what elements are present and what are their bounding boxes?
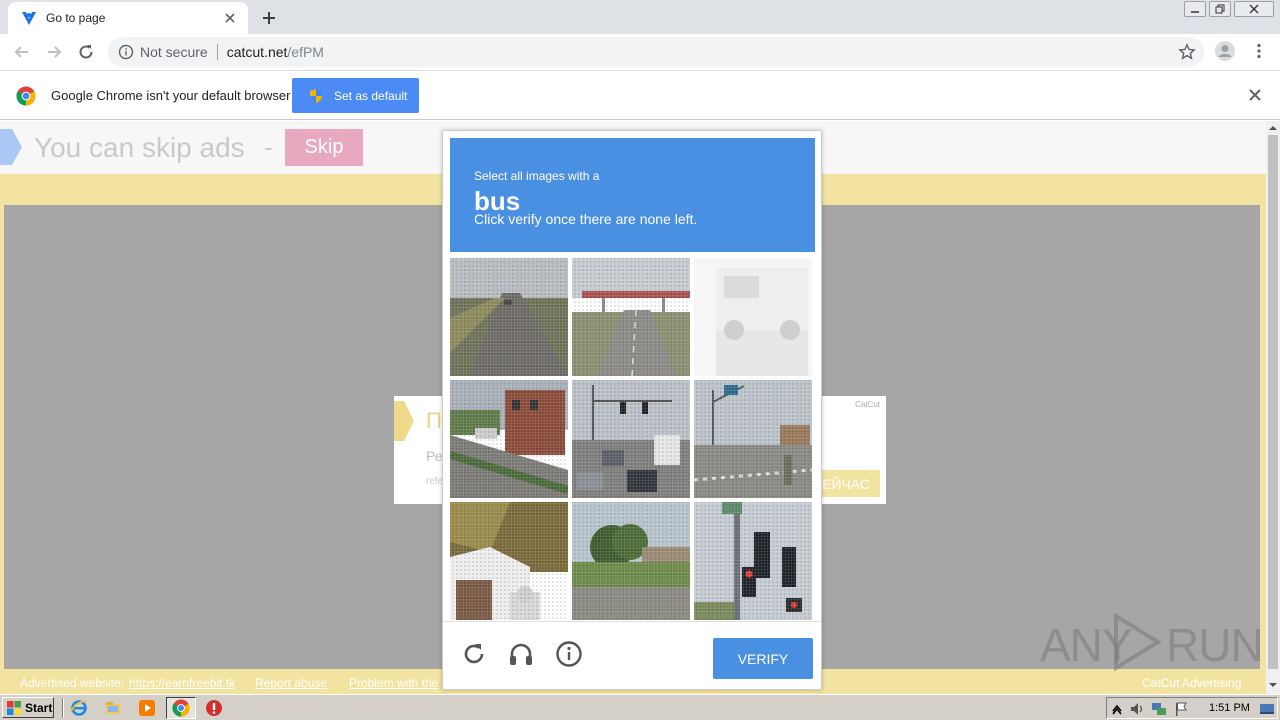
play-triangle-icon [1110, 612, 1164, 672]
back-arrow-icon[interactable] [12, 42, 32, 62]
omnibox-divider [216, 44, 218, 60]
forward-arrow-icon[interactable] [44, 42, 64, 62]
default-browser-infobar: Google Chrome isn't your default browser… [0, 71, 1280, 120]
captcha-tile-traffic-light-pole[interactable] [694, 502, 812, 620]
browser-toolbar: Not secure catcut.net /efPM [0, 34, 1280, 71]
ad-cta-button[interactable]: ЕЙЧАС [816, 470, 880, 497]
infobar-close-icon[interactable] [1248, 88, 1262, 102]
chrome-taskbar-icon [172, 699, 190, 717]
anyrun-watermark: ANY RUN [1040, 612, 1264, 672]
captcha-tile-highway-overpass[interactable] [572, 258, 690, 376]
info-icon[interactable] [118, 44, 134, 60]
system-clock: 1:51 PM [1209, 702, 1250, 714]
chrome-menu-icon[interactable] [1250, 42, 1268, 60]
captcha-header: Select all images with a bus Click verif… [450, 138, 815, 252]
captcha-tile-white-vehicle[interactable] [694, 258, 812, 376]
volume-icon[interactable] [1129, 701, 1145, 717]
page-scrollbar[interactable] [1266, 121, 1280, 694]
captcha-footer: VERIFY [443, 621, 821, 689]
captcha-tile-street-building[interactable] [450, 380, 568, 498]
tray-expand-icon[interactable] [1109, 701, 1125, 717]
set-as-default-button[interactable]: Set as default [292, 78, 419, 113]
start-label: Start [25, 700, 53, 715]
taskbar-separator [62, 698, 64, 718]
footer-brand: CatCut Advertising [1142, 676, 1242, 690]
new-tab-icon[interactable] [258, 7, 280, 29]
show-desktop-icon[interactable] [1259, 701, 1275, 717]
browser-tab[interactable]: Go to page [8, 2, 248, 34]
arrow-marker-icon [0, 129, 22, 165]
captcha-tile-intersection-signals[interactable] [694, 380, 812, 498]
advertised-link[interactable]: https://earnfreebit.tk [129, 676, 235, 690]
security-label: Not secure [140, 44, 208, 60]
scroll-up-icon[interactable] [1269, 124, 1277, 132]
ad-arrow-icon [394, 401, 414, 441]
window-controls [1184, 1, 1274, 17]
restore-icon[interactable] [1209, 1, 1231, 17]
tab-title: Go to page [46, 11, 106, 25]
captcha-tile-highway-road[interactable] [450, 258, 568, 376]
captcha-tile-intersection-traffic[interactable] [572, 380, 690, 498]
network-icon[interactable] [1151, 701, 1167, 717]
chrome-logo-icon [16, 86, 36, 106]
windows-taskbar: Start 1:51 PM [0, 694, 1280, 720]
catcut-favicon-icon [20, 9, 38, 27]
captcha-challenge: Select all images with a bus Click verif… [442, 130, 822, 690]
captcha-instruction: Select all images with a [474, 169, 600, 183]
ad-brand: CatCut [855, 400, 880, 409]
taskbar-chrome-button[interactable] [166, 697, 196, 719]
scroll-thumb[interactable] [1268, 135, 1278, 669]
windows-flag-icon [6, 700, 22, 716]
verify-button[interactable]: VERIFY [713, 638, 813, 679]
captcha-tile-trees-field[interactable] [572, 502, 690, 620]
skip-dash: - [264, 132, 273, 162]
infobar-message: Google Chrome isn't your default browser [51, 88, 291, 103]
watermark-run: RUN [1166, 619, 1264, 671]
reload-icon[interactable] [76, 42, 96, 62]
skip-button[interactable]: Skip [285, 129, 363, 166]
minimize-icon[interactable] [1184, 1, 1206, 17]
problem-link[interactable]: Problem with the [349, 676, 438, 690]
captcha-tile-house-garage[interactable] [450, 502, 568, 620]
internet-explorer-icon[interactable] [70, 699, 88, 717]
ad-small-text: refe [426, 476, 444, 487]
tab-strip: Go to page [0, 0, 1280, 34]
url-path: /efPM [287, 44, 324, 60]
set-as-default-label: Set as default [334, 88, 408, 103]
file-explorer-icon[interactable] [104, 699, 122, 717]
skip-ads-text: You can skip ads [34, 132, 245, 163]
profile-avatar-icon[interactable] [1214, 40, 1236, 62]
system-tray: 1:51 PM [1106, 697, 1278, 719]
tab-close-icon[interactable] [222, 10, 238, 26]
ad-line: Ре [426, 448, 443, 464]
audio-challenge-icon[interactable] [507, 640, 535, 668]
help-info-icon[interactable] [555, 640, 583, 668]
reload-challenge-icon[interactable] [460, 640, 488, 668]
bookmark-star-icon[interactable] [1178, 43, 1196, 61]
ad-title: П [426, 408, 442, 433]
start-button[interactable]: Start [2, 697, 54, 718]
captcha-subtext: Click verify once there are none left. [474, 211, 698, 227]
action-center-flag-icon[interactable] [1173, 701, 1189, 717]
report-abuse-link[interactable]: Report abuse [255, 676, 327, 690]
window-close-icon[interactable] [1234, 1, 1274, 17]
address-bar[interactable]: Not secure catcut.net /efPM [108, 37, 1204, 67]
url-host: catcut.net [226, 44, 288, 60]
stop-sign-icon[interactable] [205, 699, 223, 717]
advertised-label: Advertised website: [20, 676, 125, 690]
media-player-icon[interactable] [138, 699, 156, 717]
uac-shield-icon [308, 88, 324, 104]
scroll-down-icon[interactable] [1269, 681, 1277, 689]
